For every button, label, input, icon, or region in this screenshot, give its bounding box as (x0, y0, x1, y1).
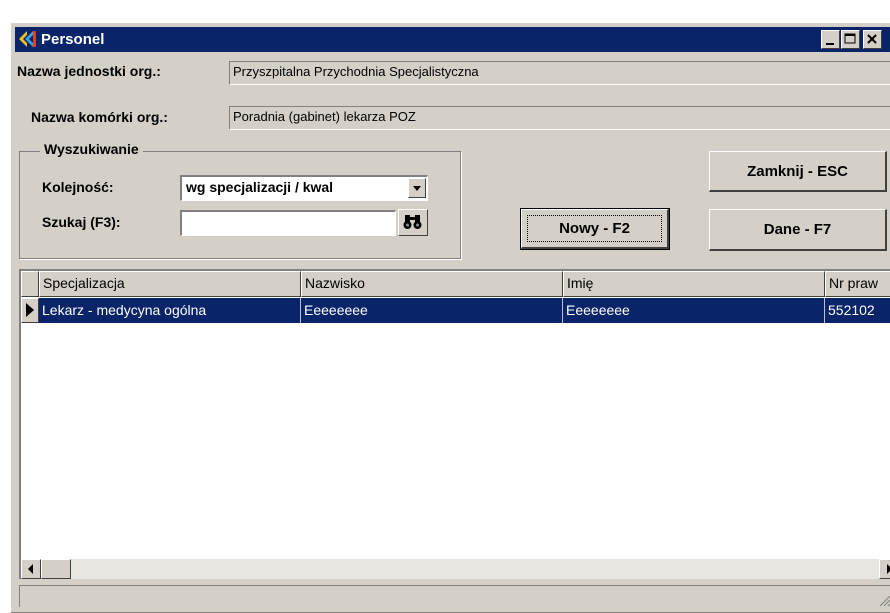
arrow-left-icon (28, 564, 33, 574)
chevron-down-icon (413, 186, 421, 191)
app-icon (19, 31, 36, 47)
title-bar[interactable]: Personel (15, 27, 890, 52)
close-icon (867, 34, 877, 44)
column-header[interactable]: Imię (563, 271, 825, 297)
current-row-icon (26, 303, 34, 317)
personnel-grid[interactable]: Specjalizacja Nazwisko Imię Nr praw Leka… (19, 269, 890, 579)
new-button[interactable]: Nowy - F2 (520, 208, 670, 250)
order-label: Kolejność: (42, 179, 114, 195)
org-cell-field: Poradnia (gabinet) lekarza POZ (229, 106, 890, 130)
window-title: Personel (41, 31, 105, 48)
maximize-icon (844, 33, 856, 44)
org-unit-field: Przyszpitalna Przychodnia Specjalistyczn… (229, 61, 890, 85)
org-cell-label: Nazwa komórki org.: (31, 109, 168, 125)
horizontal-scrollbar[interactable] (21, 559, 890, 579)
close-button[interactable] (863, 30, 882, 49)
search-group-title: Wyszukiwanie (40, 141, 143, 157)
new-button-label: Nowy - F2 (559, 220, 630, 237)
order-select[interactable]: wg specjalizacji / kwal (180, 175, 428, 201)
table-cell: 552102 (825, 298, 890, 323)
table-cell: Eeeeeeee (563, 298, 825, 323)
row-indicator (21, 298, 39, 323)
table-cell: Lekarz - medycyna ogólna (39, 298, 301, 323)
personel-window: Personel Nazwa jednostki org.: Przyszpit… (10, 22, 890, 613)
arrow-right-icon (887, 564, 890, 574)
minimize-button[interactable] (821, 30, 840, 49)
search-button[interactable] (398, 209, 428, 236)
grid-header: Specjalizacja Nazwisko Imię Nr praw (21, 271, 890, 297)
search-group: Wyszukiwanie Kolejność: wg specjalizacji… (19, 141, 461, 259)
column-header[interactable]: Nr praw (825, 271, 890, 297)
data-button[interactable]: Dane - F7 (709, 209, 887, 251)
order-dropdown-button[interactable] (408, 178, 426, 198)
maximize-button[interactable] (841, 30, 860, 49)
table-row[interactable]: Lekarz - medycyna ogólna Eeeeeeee Eeeeee… (21, 298, 890, 323)
order-select-value: wg specjalizacji / kwal (186, 179, 334, 195)
minimize-icon (826, 43, 834, 45)
close-esc-button[interactable]: Zamknij - ESC (709, 151, 887, 192)
scroll-thumb[interactable] (41, 559, 71, 579)
header-corner (21, 271, 39, 297)
status-bar (19, 585, 890, 607)
scroll-right-button[interactable] (879, 559, 890, 579)
table-cell: Eeeeeeee (301, 298, 563, 323)
column-header[interactable]: Nazwisko (301, 271, 563, 297)
find-label: Szukaj (F3): (42, 214, 121, 230)
column-header[interactable]: Specjalizacja (39, 271, 301, 297)
binoculars-icon (403, 215, 422, 229)
search-input[interactable] (180, 210, 396, 236)
scroll-left-button[interactable] (21, 559, 41, 579)
org-unit-label: Nazwa jednostki org.: (17, 63, 161, 79)
